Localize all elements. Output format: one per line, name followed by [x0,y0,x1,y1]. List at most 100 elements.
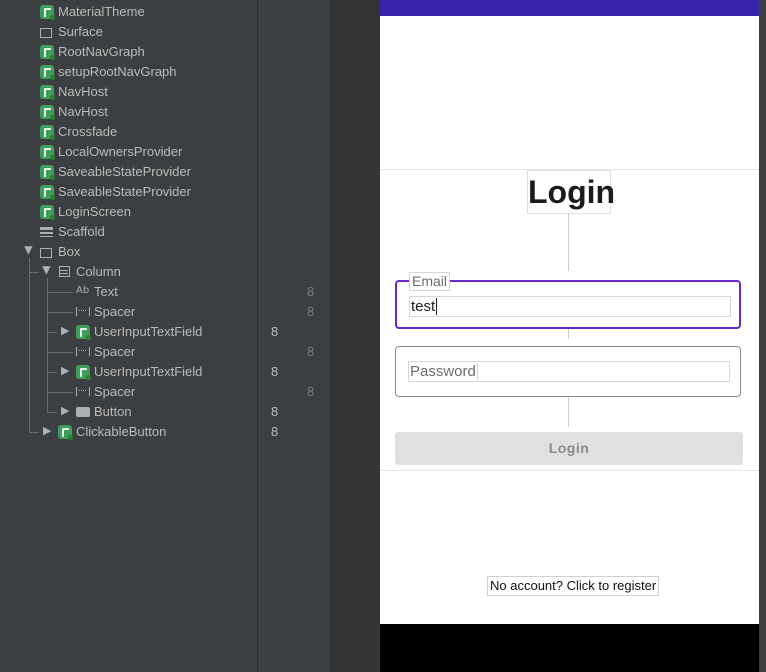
chevron-right-icon[interactable]: ▶ [61,324,69,337]
compose-icon [40,145,55,160]
spacer-bounds [568,213,569,271]
layout-rect-icon [40,248,52,258]
compose-icon [40,165,55,180]
device-preview: Login Email test Password Login No accou… [380,0,759,672]
tree-row-rootnavgraph[interactable]: RootNavGraph [0,42,330,62]
tree-row-scaffold[interactable]: Scaffold [0,222,330,242]
tree-row-label: Box [58,244,81,259]
tree-row-navhost[interactable]: NavHost [0,102,330,122]
email-label: Email [409,272,451,291]
recomposition-count: 8 [271,404,279,419]
recomposition-count: 8 [307,304,315,319]
tree-row-column[interactable]: ▶ Column [0,262,330,282]
tree-row-label: NavHost [58,84,108,99]
compose-icon [40,65,55,80]
tree-row-label: Scaffold [58,224,105,239]
tree-row-surface[interactable]: Surface [0,22,330,42]
compose-icon [40,125,55,140]
layout-rect-icon [40,28,52,38]
tree-row-box[interactable]: ▶ Box [0,242,330,262]
chevron-right-icon[interactable]: ▶ [43,424,51,437]
password-input[interactable]: Password [408,361,730,382]
compose-icon [40,105,55,120]
tree-row-label: RootNavGraph [58,44,145,59]
chevron-right-icon[interactable]: ▶ [61,404,69,417]
tree-row-clickablebutton[interactable]: ▶ ClickableButton 8 [0,422,330,442]
panel-gap [330,0,380,672]
tree-row-materialtheme[interactable]: MaterialTheme [0,2,330,22]
tree-row-label: Spacer [94,384,136,399]
recomposition-count: 8 [271,324,279,339]
tree-row-label: Button [94,404,132,419]
recomposition-count: 8 [307,344,315,359]
tree-row-label: Crossfade [58,124,118,139]
tree-row-button[interactable]: ▶ Button 8 [0,402,330,422]
recomposition-count: 8 [307,384,315,399]
compose-icon [40,85,55,100]
tree-row-label: Column [76,264,121,279]
spacer-bounds [568,329,569,339]
tree-row-label: NavHost [58,104,108,119]
tree-row-label: Spacer [94,344,136,359]
compose-icon [58,425,73,440]
recomposition-count: 8 [307,284,315,299]
chevron-down-icon[interactable]: ▶ [41,266,54,274]
tree-row-saveablestateprovider[interactable]: SaveableStateProvider [0,182,330,202]
column-divider [257,0,258,672]
button-icon [76,407,90,417]
status-bar [380,0,759,16]
component-tree-panel: MaterialTheme Surface RootNavGraph setup… [0,0,330,672]
tree-row-label: SaveableStateProvider [58,164,191,179]
tree-row-crossfade[interactable]: Crossfade [0,122,330,142]
register-link[interactable]: No account? Click to register [487,576,660,596]
tree-row-spacer[interactable]: Spacer 8 [0,302,330,322]
chevron-down-icon[interactable]: ▶ [23,246,36,254]
password-placeholder: Password [410,363,478,380]
email-input[interactable]: test [409,296,731,317]
compose-icon [76,325,91,340]
chevron-right-icon[interactable]: ▶ [61,364,69,377]
compose-icon [40,185,55,200]
tree-row-label: Surface [58,24,103,39]
tree-row-userinputtextfield[interactable]: ▶ UserInputTextField 8 [0,322,330,342]
bounds-line [380,470,759,471]
tree-row-localownersprovider[interactable]: LocalOwnersProvider [0,142,330,162]
tree-row-loginscreen[interactable]: LoginScreen [0,202,330,222]
tree-row-label: LoginScreen [58,204,131,219]
tree-row-saveablestateprovider[interactable]: SaveableStateProvider [0,162,330,182]
email-field[interactable]: Email test [395,272,741,329]
page-title: Login [527,170,615,214]
scaffold-icon [40,227,53,237]
tree-row-label: Text [94,284,118,299]
tree-row-text[interactable]: Ab Text 8 [0,282,330,302]
login-button[interactable]: Login [395,432,743,465]
column-icon [59,266,70,277]
email-value: test [411,298,438,315]
password-field[interactable]: Password [395,346,741,397]
spacer-icon [76,387,90,396]
compose-icon [40,205,55,220]
tree-row-setuprootnavgraph[interactable]: setupRootNavGraph [0,62,330,82]
tree-row-userinputtextfield[interactable]: ▶ UserInputTextField 8 [0,362,330,382]
tree-row-spacer[interactable]: Spacer 8 [0,382,330,402]
recomposition-count: 8 [271,424,279,439]
tree-row-label: ClickableButton [76,424,167,439]
tree-row-navhost[interactable]: NavHost [0,82,330,102]
tree-row-label: UserInputTextField [94,364,203,379]
compose-icon [40,45,55,60]
tree-row-label: SaveableStateProvider [58,184,191,199]
spacer-icon [76,307,90,316]
spacer-icon [76,347,90,356]
compose-icon [76,365,91,380]
tree-row-label: Spacer [94,304,136,319]
spacer-bounds [568,397,569,427]
tree-row-label: LocalOwnersProvider [58,144,183,159]
navigation-bar [380,624,759,672]
text-icon: Ab [76,285,90,296]
tree-row-label: setupRootNavGraph [58,64,177,79]
tree-row-spacer[interactable]: Spacer 8 [0,342,330,362]
recomposition-count: 8 [271,364,279,379]
tree-row-label: MaterialTheme [58,4,145,19]
compose-icon [40,5,55,20]
tree-row-label: UserInputTextField [94,324,203,339]
